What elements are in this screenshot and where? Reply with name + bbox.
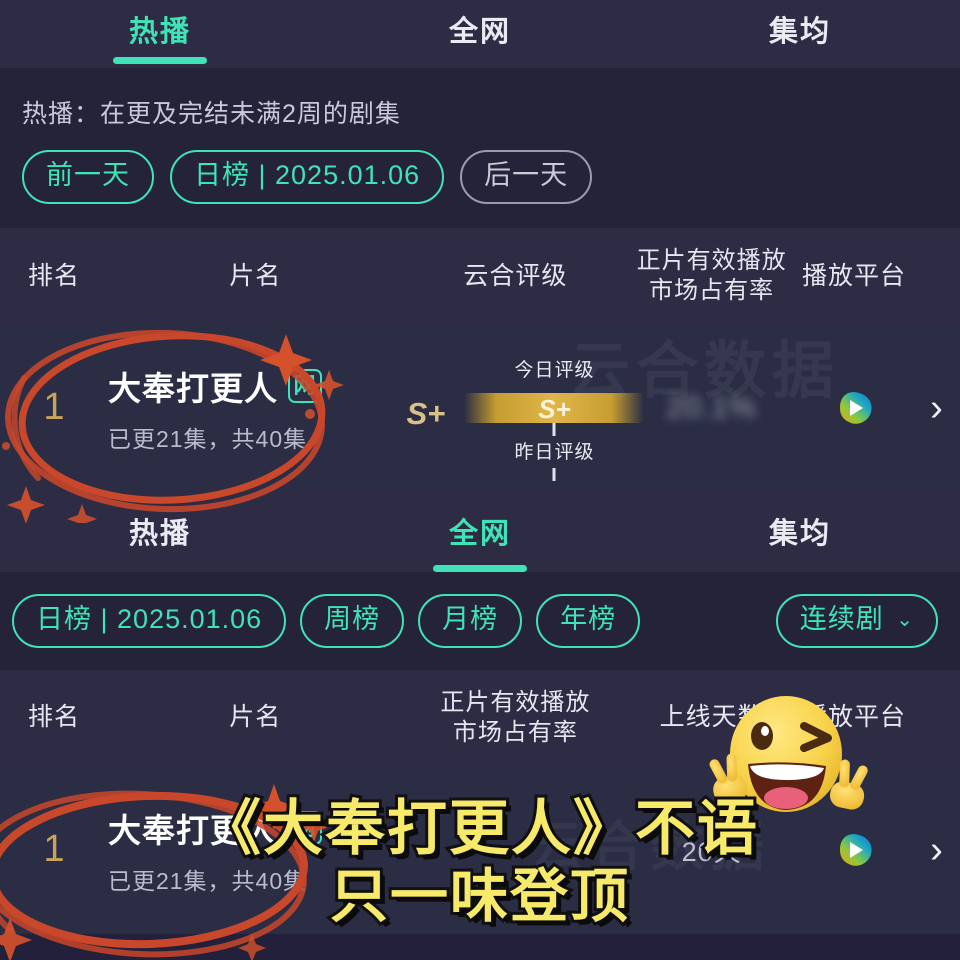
row-title-cell: 大奉打更人 网 已更21集，共40集 [108, 804, 402, 896]
col-platform: 播放平台 [801, 261, 906, 290]
col-grade: 云合评级 [463, 261, 568, 290]
row-online-days-cell: 20天 [628, 830, 795, 869]
weekly-rank-button[interactable]: 周榜 [300, 593, 405, 648]
table-row[interactable]: 云合数据 1 大奉打更人 网 已更21集，共40集 S+ 今日评级 S+ 昨日评… [0, 323, 960, 492]
col-online-days: 上线天数 [659, 703, 764, 732]
rank-number: 1 [43, 828, 65, 870]
show-title: 大奉打更人 [107, 369, 278, 407]
title-main-line: 大奉打更人 网 [108, 362, 402, 410]
web-exclusive-badge: 网 [287, 810, 322, 845]
daily-rank-date-button[interactable]: 日榜 | 2025.01.06 [170, 150, 445, 204]
row-rank-cell: 1 [0, 386, 108, 429]
show-title: 大奉打更人 [107, 811, 278, 849]
table-header-one: 排名 片名 云合评级 正片有效播放 市场占有率 播放平台 [0, 227, 960, 324]
section-hot-play: 热播：在更及完结未满2周的剧集 前一天 日榜 | 2025.01.06 后一天 … [0, 68, 960, 492]
table-header-two: 排名 片名 正片有效播放 市场占有率 上线天数 播放平台 [0, 669, 960, 766]
date-pill-row: 前一天 日榜 | 2025.01.06 后一天 [0, 130, 960, 228]
col-market-share-2-line1: 正片有效播放 [440, 689, 591, 717]
row-platform-cell [795, 386, 913, 430]
youku-logo [832, 828, 876, 872]
tab-hot-play-2[interactable]: 热播 [0, 492, 320, 552]
rank-number: 1 [43, 386, 65, 429]
daily-rank-date-button-2[interactable]: 日榜 | 2025.01.06 [12, 593, 287, 648]
section-subtitle: 热播：在更及完结未满2周的剧集 [22, 100, 401, 128]
row-grade-cell: S+ 今日评级 S+ 昨日评级 [402, 349, 645, 481]
yearly-rank-button[interactable]: 年榜 [536, 593, 641, 648]
tab-label: 热播 [128, 517, 191, 550]
grade-today-value: S+ [538, 393, 571, 424]
market-share-value: 20.1% [666, 390, 757, 424]
content-type-label: 连续剧 [799, 603, 884, 634]
grade-yesterday-caption: 昨日评级 [514, 441, 595, 463]
episode-progress: 已更21集，共40集 [107, 867, 308, 894]
col-market-share-line1: 正片有效播放 [636, 247, 787, 275]
tab-label: 集均 [768, 517, 831, 550]
row-rank-cell: 1 [0, 828, 108, 871]
second-tab-bar: 热播 全网 集均 [0, 491, 960, 572]
web-exclusive-badge: 网 [287, 368, 322, 403]
grade-tick-bottom [552, 467, 556, 481]
tab-whole-net-2[interactable]: 全网 [320, 492, 640, 572]
row-market-share-cell: 20.1% [628, 391, 795, 425]
row-platform-cell [795, 828, 913, 872]
tab-episode-avg-2[interactable]: 集均 [640, 492, 960, 552]
tab-active-underline [433, 564, 527, 572]
tab-label: 集均 [768, 16, 831, 48]
col-platform-2: 播放平台 [801, 703, 906, 732]
prev-day-button[interactable]: 前一天 [22, 150, 154, 204]
youku-logo [832, 386, 876, 430]
title-main-line: 大奉打更人 网 [108, 804, 402, 852]
row-title-cell: 大奉打更人 网 已更21集，共40集 [108, 362, 402, 454]
tab-whole-net-1[interactable]: 全网 [320, 0, 640, 50]
online-days-value: 20天 [681, 837, 742, 867]
col-market-share-2: 正片有效播放 市场占有率 [402, 688, 628, 747]
top-tab-bar: 热播 全网 集均 [0, 0, 960, 68]
table-row[interactable]: 云合数据 1 大奉打更人 网 已更21集，共40集 20天 › [0, 765, 960, 934]
section-whole-net: 日榜 | 2025.01.06 周榜 月榜 年榜 连续剧 ⌄ 排名 片名 正片有… [0, 571, 960, 934]
col-rank-2: 排名 [27, 703, 80, 732]
tab-active-underline [113, 57, 207, 64]
chevron-right-icon: › [930, 386, 943, 429]
chevron-right-icon: › [930, 828, 943, 871]
monthly-rank-button[interactable]: 月榜 [418, 593, 523, 648]
content-type-dropdown[interactable]: 连续剧 ⌄ [775, 593, 938, 648]
app-screen: 热播 全网 集均 热播：在更及完结未满2周的剧集 前一天 日榜 | 2025.0… [0, 0, 960, 960]
next-day-button[interactable]: 后一天 [460, 150, 593, 204]
col-title-2: 片名 [229, 703, 282, 732]
tab-hot-play-1[interactable]: 热播 [0, 0, 320, 64]
col-market-share-line2: 市场占有率 [649, 276, 775, 304]
row-detail-arrow[interactable]: › [913, 389, 960, 427]
grade-previous: S+ [406, 395, 446, 431]
tab-episode-avg-1[interactable]: 集均 [640, 0, 960, 50]
col-market-share-2-line2: 市场占有率 [452, 718, 578, 746]
grade-cluster: S+ 今日评级 S+ 昨日评级 [402, 349, 645, 481]
row-detail-arrow[interactable]: › [913, 831, 960, 869]
rank-period-pill-row: 日榜 | 2025.01.06 周榜 月榜 年榜 连续剧 ⌄ [0, 572, 960, 670]
tab-label: 全网 [448, 517, 511, 550]
tab-label: 全网 [448, 16, 511, 48]
grade-today-caption: 今日评级 [514, 359, 595, 381]
chevron-down-icon: ⌄ [896, 608, 914, 631]
col-market-share: 正片有效播放 市场占有率 [628, 246, 795, 305]
episode-progress: 已更21集，共40集 [107, 425, 308, 452]
col-rank: 排名 [27, 261, 80, 290]
tab-label: 热播 [128, 16, 191, 48]
col-title: 片名 [229, 261, 282, 290]
